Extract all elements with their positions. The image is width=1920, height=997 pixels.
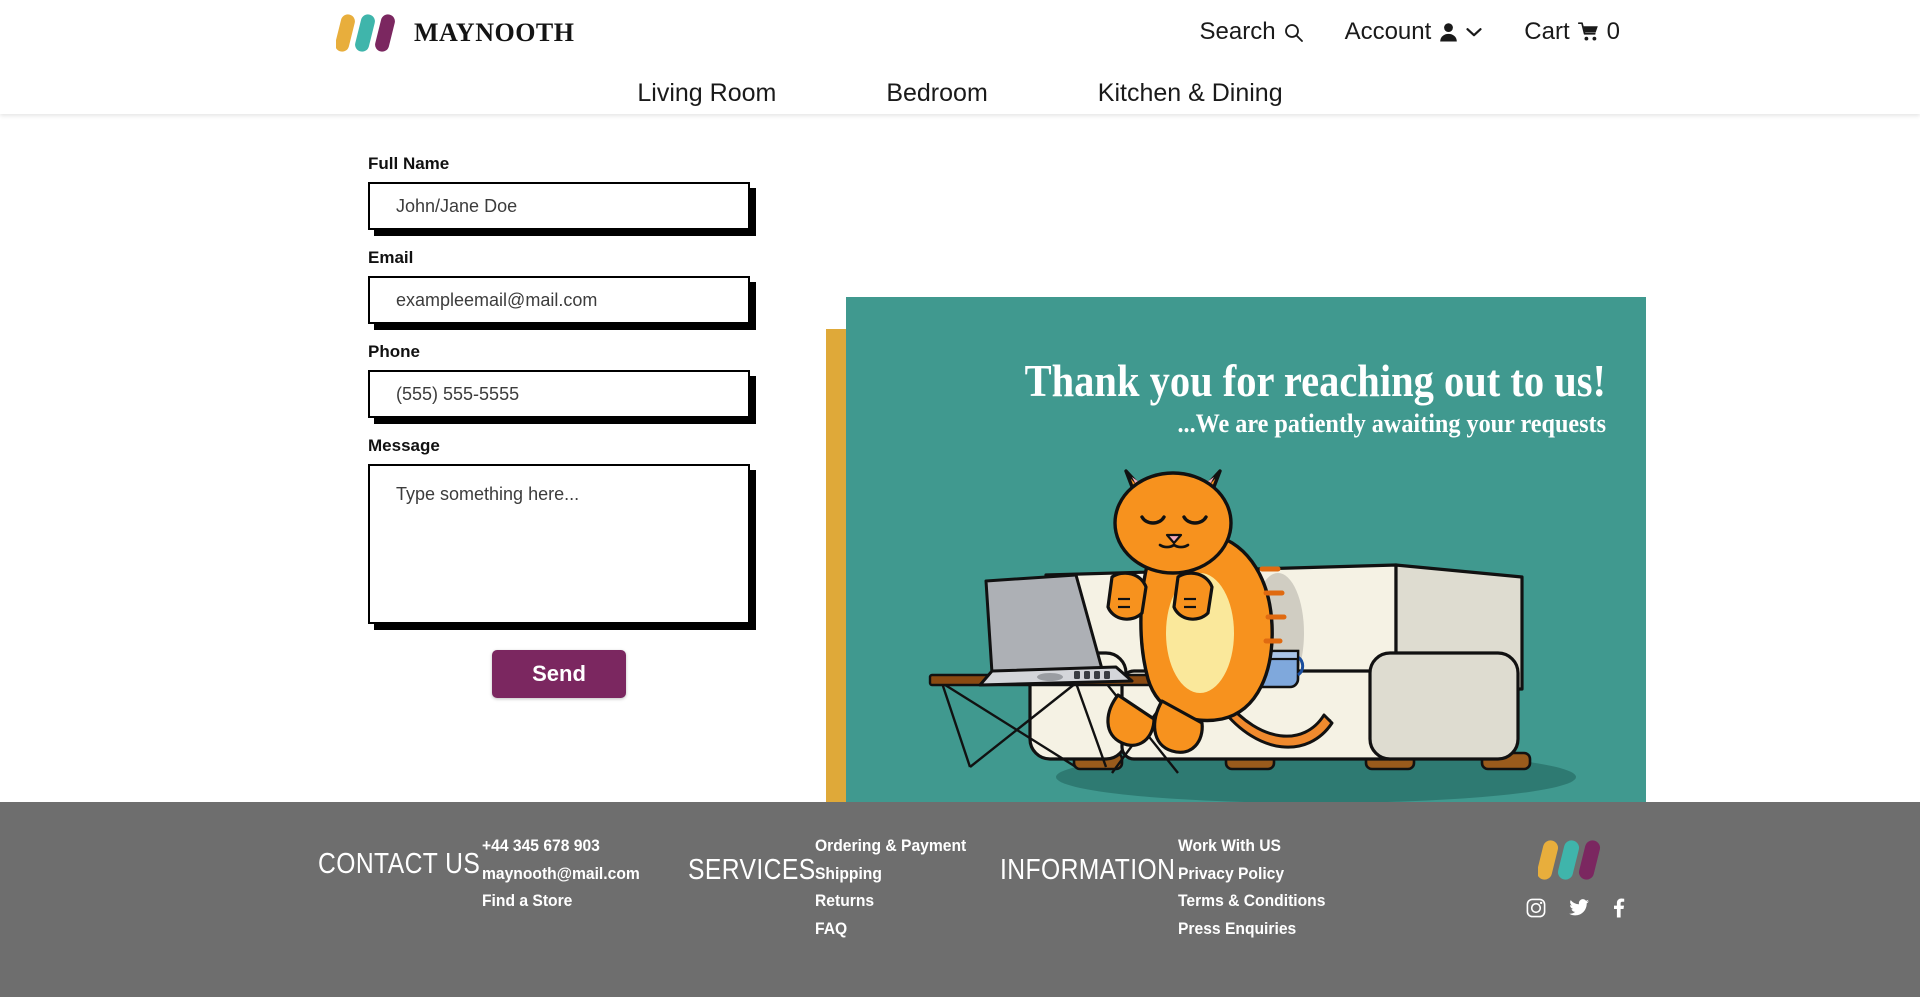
message-label: Message: [368, 436, 440, 455]
footer-link-terms-conditions[interactable]: Terms & Conditions: [1178, 889, 1325, 914]
footer-link-find-a-store[interactable]: Find a Store: [482, 889, 640, 914]
footer-links-information: Work With US Privacy Policy Terms & Cond…: [1178, 834, 1338, 942]
full-name-label: Full Name: [368, 154, 450, 173]
promo-subtitle: ...We are patiently awaiting your reques…: [1177, 409, 1606, 438]
full-name-input[interactable]: [368, 182, 750, 230]
instagram-icon[interactable]: [1526, 898, 1546, 918]
contact-form: Full Name Email Phone Message Send: [368, 154, 758, 698]
phone-input-wrapper: [368, 370, 756, 424]
footer-heading-contact-us: CONTACT US: [318, 848, 481, 880]
field-phone: Phone: [368, 342, 758, 424]
cart-button[interactable]: Cart 0: [1524, 18, 1620, 46]
send-row: Send: [368, 650, 758, 698]
brand-name: MAYNOOTH: [414, 18, 575, 47]
footer-link-faq[interactable]: FAQ: [815, 917, 966, 942]
site-footer: CONTACT US +44 345 678 903 maynooth@mail…: [0, 802, 1920, 997]
nav-item-kitchen-dining[interactable]: Kitchen & Dining: [1098, 79, 1283, 108]
brand-logo-link[interactable]: MAYNOOTH: [336, 12, 575, 54]
footer-link-email[interactable]: maynooth@mail.com: [482, 862, 640, 887]
footer-link-shipping[interactable]: Shipping: [815, 862, 966, 887]
promo-banner: Thank you for reaching out to us! ...We …: [826, 297, 1646, 859]
field-full-name: Full Name: [368, 154, 758, 236]
nav-item-bedroom[interactable]: Bedroom: [886, 79, 987, 108]
cart-count: 0: [1606, 18, 1620, 45]
email-input[interactable]: [368, 276, 750, 324]
message-textarea[interactable]: [368, 464, 750, 624]
footer-link-phone[interactable]: +44 345 678 903: [482, 834, 640, 859]
header-top-bar: MAYNOOTH Search Account Cart 0: [0, 0, 1920, 72]
footer-heading-information: INFORMATION: [1000, 854, 1176, 886]
site-header: MAYNOOTH Search Account Cart 0 Living Ro…: [0, 0, 1920, 114]
facebook-icon[interactable]: [1612, 898, 1625, 918]
nav-item-living-room[interactable]: Living Room: [637, 79, 776, 108]
footer-link-work-with-us[interactable]: Work With US: [1178, 834, 1325, 859]
full-name-input-wrapper: [368, 182, 756, 236]
account-label: Account: [1344, 18, 1432, 45]
chevron-down-icon: [1466, 27, 1482, 36]
twitter-icon[interactable]: [1568, 898, 1590, 918]
main-navigation: Living Room Bedroom Kitchen & Dining: [0, 72, 1920, 114]
email-label: Email: [368, 248, 414, 267]
message-input-wrapper: [368, 464, 756, 630]
footer-brand: [1515, 838, 1635, 918]
email-input-wrapper: [368, 276, 756, 330]
header-actions: Search Account Cart 0: [1200, 18, 1620, 46]
cat-on-sofa-illustration: [928, 469, 1576, 803]
footer-inner: CONTACT US +44 345 678 903 maynooth@mail…: [0, 802, 1920, 997]
brand-logo-icon: [336, 14, 395, 52]
user-icon: [1440, 23, 1458, 42]
field-message: Message: [368, 436, 758, 630]
phone-label: Phone: [368, 342, 420, 361]
search-button[interactable]: Search: [1200, 18, 1303, 46]
cart-label: Cart: [1524, 18, 1570, 45]
footer-links-contact-us: +44 345 678 903 maynooth@mail.com Find a…: [482, 834, 654, 914]
footer-logo-icon: [1538, 840, 1601, 880]
search-label: Search: [1199, 18, 1276, 45]
footer-links-services: Ordering & Payment Shipping Returns FAQ: [815, 834, 979, 942]
footer-link-press-enquiries[interactable]: Press Enquiries: [1178, 917, 1325, 942]
search-icon: [1284, 23, 1303, 42]
promo-title: Thank you for reaching out to us!: [1024, 356, 1606, 406]
page-main: Full Name Email Phone Message Send: [0, 114, 1920, 859]
promo-panel: Thank you for reaching out to us! ...We …: [846, 297, 1646, 817]
footer-link-privacy-policy[interactable]: Privacy Policy: [1178, 862, 1325, 887]
footer-link-ordering-payment[interactable]: Ordering & Payment: [815, 834, 966, 859]
send-button[interactable]: Send: [492, 650, 626, 698]
account-menu-button[interactable]: Account: [1345, 18, 1483, 46]
cart-icon: [1577, 22, 1598, 41]
footer-link-returns[interactable]: Returns: [815, 889, 966, 914]
field-email: Email: [368, 248, 758, 330]
social-links: [1515, 898, 1635, 918]
phone-input[interactable]: [368, 370, 750, 418]
